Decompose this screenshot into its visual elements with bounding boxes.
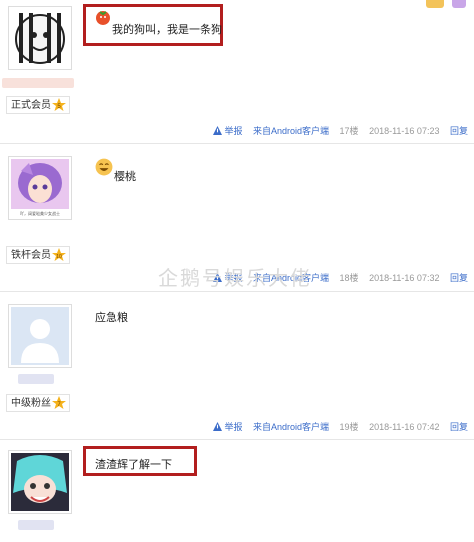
avatar-caption: 吖，阔爱哒美少女战士 <box>20 210 60 216</box>
source-link[interactable]: 来自Android客户端 <box>253 126 329 136</box>
report-link[interactable]: 举报 <box>224 422 242 432</box>
post-19: 中级粉丝 7 应急粮 举报 来自Android客户端 19楼 2018-11-1… <box>0 292 474 438</box>
tomato-emoji-icon <box>96 11 110 25</box>
rank-star-icon: 10 <box>52 248 66 261</box>
member-rank: 中级粉丝 7 <box>6 394 70 412</box>
warning-icon <box>212 422 222 431</box>
rank-label: 中级粉丝 <box>11 398 51 409</box>
avatar[interactable] <box>8 6 72 70</box>
username-blurred[interactable] <box>18 520 54 530</box>
post-content: 渣渣辉了解一下 <box>95 459 172 471</box>
source-link[interactable]: 来自Android客户端 <box>253 422 329 432</box>
post-content: 应急粮 <box>95 312 128 324</box>
post-content: 我的狗叫，我是一条狗 <box>112 24 222 36</box>
avatar[interactable] <box>8 450 72 514</box>
post-time: 2018-11-16 07:23 <box>369 126 440 136</box>
warning-icon <box>212 126 222 135</box>
report-link[interactable]: 举报 <box>224 126 242 136</box>
floor-number: 17楼 <box>339 126 359 136</box>
post-20: 渣渣辉了解一下 <box>0 440 474 542</box>
post-meta: 举报 来自Android客户端 17楼 2018-11-16 07:23 回复 <box>212 124 468 137</box>
floor-number: 19楼 <box>339 422 359 432</box>
reply-link[interactable]: 回复 <box>450 273 468 283</box>
username-blurred[interactable] <box>2 78 74 88</box>
post-content: 樱桃 <box>114 171 136 183</box>
rank-label: 铁杆会员 <box>11 250 51 261</box>
rank-star-icon: 5 <box>52 98 66 111</box>
post-time: 2018-11-16 07:32 <box>369 273 440 283</box>
username-blurred[interactable] <box>18 374 54 384</box>
avatar[interactable]: 吖，阔爱哒美少女战士 <box>8 156 72 220</box>
grin-emoji-icon <box>95 158 113 176</box>
floor-number: 18楼 <box>339 273 359 283</box>
reply-link[interactable]: 回复 <box>450 422 468 432</box>
member-rank: 铁杆会员 10 <box>6 246 70 264</box>
post-meta: 举报 来自Android客户端 19楼 2018-11-16 07:42 回复 <box>212 420 468 433</box>
post-time: 2018-11-16 07:42 <box>369 422 440 432</box>
member-rank: 正式会员 5 <box>6 96 70 114</box>
svg-text:10: 10 <box>56 254 62 260</box>
rank-label: 正式会员 <box>11 100 51 111</box>
reply-link[interactable]: 回复 <box>450 126 468 136</box>
rank-star-icon: 7 <box>52 396 66 409</box>
watermark: 企鹅号娱乐大佬 <box>158 266 312 290</box>
post-17: 正式会员 5 我的狗叫，我是一条狗 举报 来自Android客户端 17楼 20… <box>0 0 474 142</box>
avatar[interactable] <box>8 304 72 368</box>
